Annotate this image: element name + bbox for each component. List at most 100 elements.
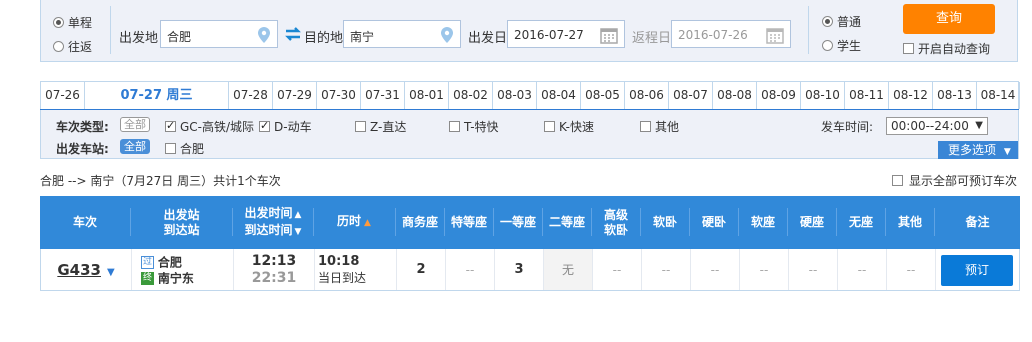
header-soft-seat: 软座 xyxy=(750,215,775,229)
train-type-option[interactable]: GC-高铁/城际 xyxy=(165,118,254,135)
station-label: 出发车站: xyxy=(56,142,109,156)
from-field[interactable]: 合肥 xyxy=(160,20,278,48)
date-tab[interactable]: 08-06 xyxy=(625,82,669,109)
date-tab[interactable]: 07-29 xyxy=(273,82,317,109)
sort-down-icon: ▼ xyxy=(294,226,302,237)
date-tab[interactable]: 08-09 xyxy=(757,82,801,109)
header-first: 一等座 xyxy=(499,215,536,229)
depart-date-field[interactable]: 2016-07-27 xyxy=(507,20,625,48)
train-type-checkbox[interactable] xyxy=(544,121,555,132)
depart-time-select[interactable]: 00:00--24:00 ▼ xyxy=(886,117,988,135)
date-tab[interactable]: 08-05 xyxy=(581,82,625,109)
terminal-icon: 终 xyxy=(141,271,154,285)
date-tab[interactable]: 08-02 xyxy=(449,82,493,109)
date-tabs: 07-26 07-27 周三 07-28 07-29 07-30 07-31 08-01 08… xyxy=(40,81,1020,110)
date-tab[interactable]: 08-12 xyxy=(889,82,933,109)
book-button[interactable]: 预订 xyxy=(941,255,1013,286)
date-tab[interactable]: 08-04 xyxy=(537,82,581,109)
seat-business: 2 xyxy=(416,262,426,277)
header-remarks: 备注 xyxy=(965,215,990,229)
seat-soft-sleeper: -- xyxy=(661,262,671,277)
dropdown-arrow-icon: ▼ xyxy=(975,120,983,131)
seat-no-seat: -- xyxy=(857,262,867,277)
header-premium: 特等座 xyxy=(450,215,487,229)
train-type-all[interactable]: 全部 xyxy=(120,117,150,132)
to-label: 目的地 xyxy=(304,31,344,46)
show-all-bookable[interactable]: 显示全部可预订车次 xyxy=(892,172,1017,189)
seat-soft-seat: -- xyxy=(759,262,769,277)
duration: 10:18 xyxy=(318,253,360,269)
header-other: 其他 xyxy=(897,215,922,229)
date-tab[interactable]: 08-10 xyxy=(801,82,845,109)
train-type-checkbox[interactable] xyxy=(259,119,270,132)
date-tab[interactable]: 08-01 xyxy=(405,82,449,109)
show-all-bookable-checkbox[interactable] xyxy=(892,175,903,186)
date-tab[interactable]: 08-03 xyxy=(493,82,537,109)
table-header: 车次 出发站 到达站 出发时间 ▲ 到达时间 ▼ 历时 ▲ 商务座 特等座 一等座 二等座 高级… xyxy=(40,196,1020,249)
header-soft-sleeper-hi: 高级 软卧 xyxy=(603,207,628,237)
radio-round-trip[interactable] xyxy=(53,41,64,52)
to-field[interactable]: 南宁 xyxy=(343,20,461,48)
train-type-label: 车次类型: xyxy=(56,120,109,134)
calendar-icon xyxy=(766,28,784,44)
auto-query-toggle[interactable]: 开启自动查询 xyxy=(903,40,990,57)
passenger-student[interactable]: 学生 xyxy=(822,37,861,54)
calendar-icon xyxy=(600,28,618,44)
station-all[interactable]: 全部 xyxy=(120,139,150,154)
depart-time-value: 00:00--24:00 xyxy=(891,119,969,133)
header-duration[interactable]: 历时 ▲ xyxy=(314,196,394,249)
train-type-option[interactable]: T-特快 xyxy=(449,118,499,135)
auto-query-checkbox[interactable] xyxy=(903,43,914,54)
swap-icon[interactable] xyxy=(284,26,302,42)
times-cell: 12:13 22:31 xyxy=(234,249,314,290)
date-tab[interactable]: 07-31 xyxy=(361,82,405,109)
train-type-option[interactable]: 其他 xyxy=(640,118,679,135)
date-tab[interactable]: 07-30 xyxy=(317,82,361,109)
seat-other: -- xyxy=(906,262,916,277)
return-date-field[interactable]: 2016-07-26 xyxy=(671,20,791,48)
header-hard-seat: 硬座 xyxy=(799,215,824,229)
header-business: 商务座 xyxy=(401,215,438,229)
header-hard-sleeper: 硬卧 xyxy=(701,215,726,229)
more-options-button[interactable]: 更多选项 ▼ xyxy=(938,141,1018,159)
train-type-option[interactable]: K-快速 xyxy=(544,118,594,135)
date-tab[interactable]: 08-08 xyxy=(713,82,757,109)
trip-type-round-trip[interactable]: 往返 xyxy=(53,38,92,55)
train-type-option[interactable]: Z-直达 xyxy=(355,118,406,135)
date-tab[interactable]: 07-28 xyxy=(229,82,273,109)
date-tab[interactable]: 07-26 xyxy=(41,82,85,109)
train-number[interactable]: G433 xyxy=(57,261,101,279)
seat-hard-sleeper: -- xyxy=(710,262,720,277)
date-tab[interactable]: 08-11 xyxy=(845,82,889,109)
train-type-checkbox[interactable] xyxy=(165,119,176,132)
sort-up-icon: ▲ xyxy=(294,209,302,220)
train-number-cell[interactable]: G433 ▼ xyxy=(41,249,131,290)
to-station[interactable]: 南宁东 xyxy=(158,271,194,285)
header-times[interactable]: 出发时间 ▲ 到达时间 ▼ xyxy=(233,196,313,249)
train-type-checkbox[interactable] xyxy=(640,121,651,132)
radio-normal[interactable] xyxy=(822,16,833,27)
train-type-checkbox[interactable] xyxy=(355,121,366,132)
depart-date-label: 出发日 xyxy=(468,31,508,46)
station-checkbox[interactable] xyxy=(165,143,176,154)
passenger-normal[interactable]: 普通 xyxy=(822,13,861,30)
from-station[interactable]: 合肥 xyxy=(158,255,182,269)
query-button[interactable]: 查询 xyxy=(903,4,995,34)
train-type-checkbox[interactable] xyxy=(449,121,460,132)
header-stations: 出发站 到达站 xyxy=(163,207,200,237)
radio-student[interactable] xyxy=(822,40,833,51)
arrive-time: 22:31 xyxy=(251,269,297,286)
trip-type-one-way[interactable]: 单程 xyxy=(53,14,92,31)
table-row: G433 ▼ 过 合肥 终 南宁东 12:13 22:31 10:18 当日到达… xyxy=(40,249,1020,291)
from-label: 出发地 xyxy=(119,31,159,46)
depart-date-value: 2016-07-27 xyxy=(514,28,584,42)
train-type-option[interactable]: D-动车 xyxy=(259,118,312,135)
station-option[interactable]: 合肥 xyxy=(165,140,204,157)
date-tab[interactable]: 08-07 xyxy=(669,82,713,109)
date-tab[interactable]: 07-27 周三 xyxy=(85,82,229,109)
date-tab[interactable]: 08-14 xyxy=(977,82,1020,109)
expand-icon[interactable]: ▼ xyxy=(107,267,115,278)
divider xyxy=(808,6,809,54)
date-tab[interactable]: 08-13 xyxy=(933,82,977,109)
radio-one-way[interactable] xyxy=(53,17,64,28)
